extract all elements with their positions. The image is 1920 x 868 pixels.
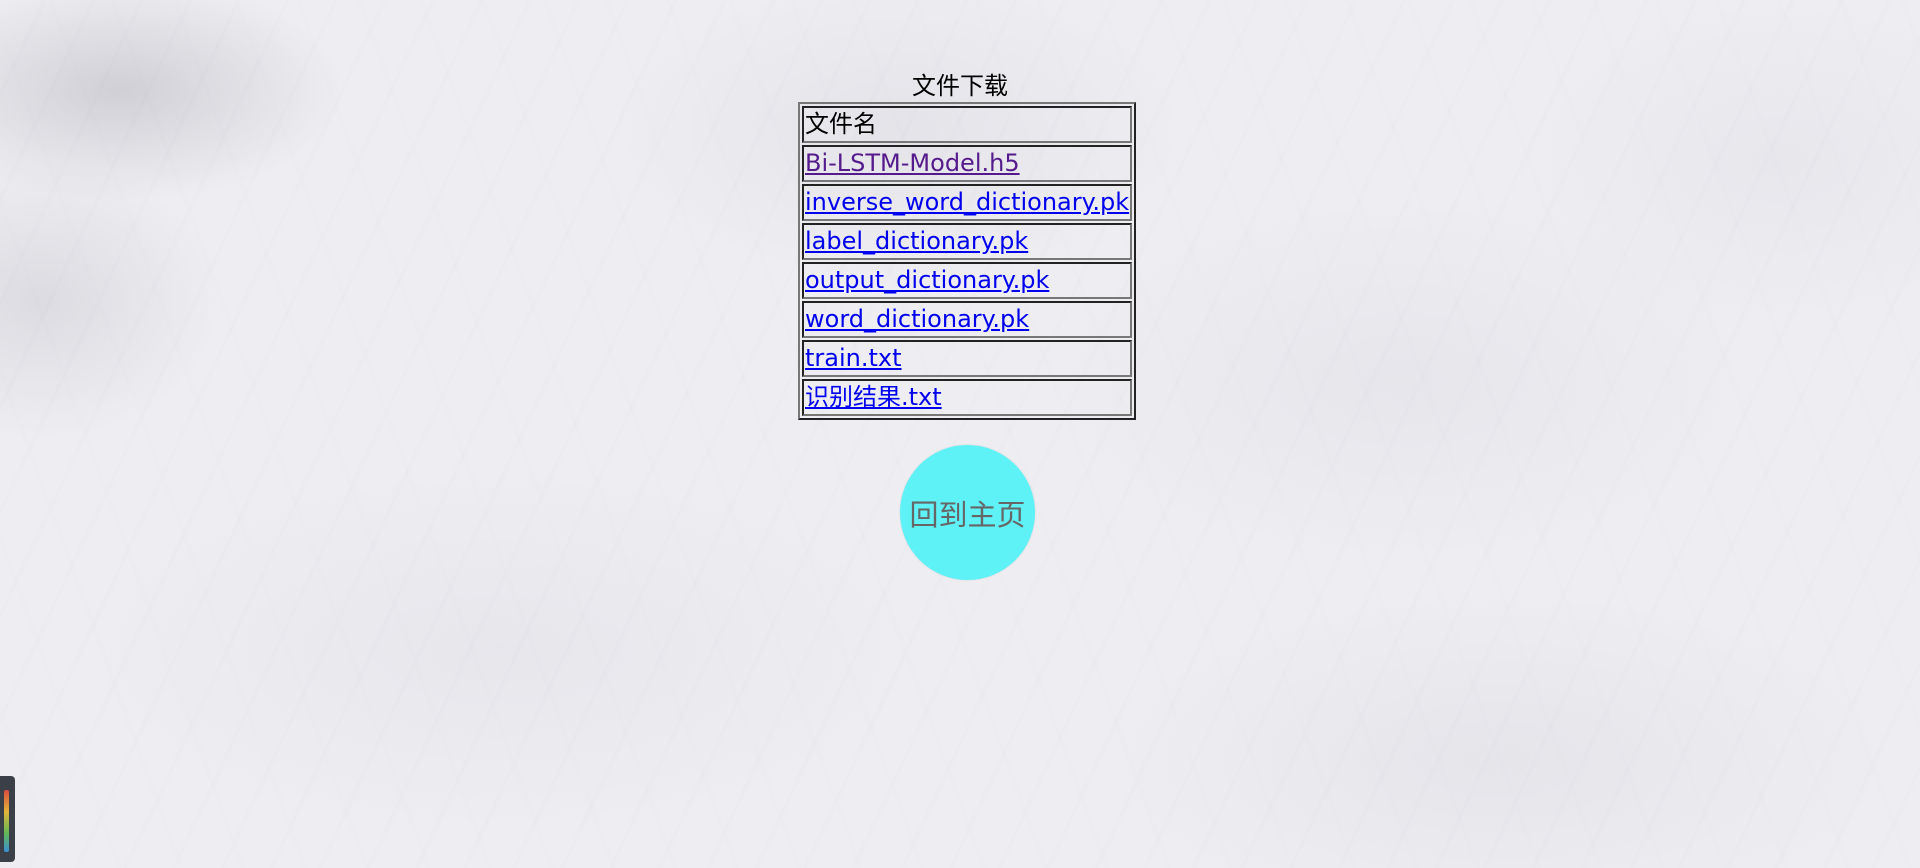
table-row: output_dictionary.pk bbox=[802, 262, 1133, 299]
table-row: train.txt bbox=[802, 340, 1133, 377]
table-row: 识别结果.txt bbox=[802, 379, 1133, 416]
level-meter-icon bbox=[4, 790, 9, 852]
side-widget-handle[interactable] bbox=[0, 776, 15, 862]
file-link-bi-lstm-model[interactable]: Bi-LSTM-Model.h5 bbox=[805, 149, 1020, 177]
file-link-label-dictionary[interactable]: label_dictionary.pk bbox=[805, 227, 1028, 255]
column-header-filename: 文件名 bbox=[802, 106, 1133, 143]
table-header-row: 文件名 bbox=[802, 106, 1133, 143]
file-link-word-dictionary[interactable]: word_dictionary.pk bbox=[805, 305, 1029, 333]
table-row: word_dictionary.pk bbox=[802, 301, 1133, 338]
page-title: 文件下载 bbox=[912, 72, 1008, 100]
file-link-recognition-result[interactable]: 识别结果.txt bbox=[805, 383, 942, 411]
table-row: label_dictionary.pk bbox=[802, 223, 1133, 260]
file-table: 文件名 Bi-LSTM-Model.h5 inverse_word_dictio… bbox=[798, 102, 1137, 420]
file-link-train-txt[interactable]: train.txt bbox=[805, 344, 902, 372]
table-row: Bi-LSTM-Model.h5 bbox=[802, 145, 1133, 182]
home-button[interactable]: 回到主页 bbox=[900, 445, 1035, 580]
table-row: inverse_word_dictionary.pk bbox=[802, 184, 1133, 221]
file-link-output-dictionary[interactable]: output_dictionary.pk bbox=[805, 266, 1049, 294]
file-link-inverse-word-dictionary[interactable]: inverse_word_dictionary.pk bbox=[805, 188, 1129, 216]
